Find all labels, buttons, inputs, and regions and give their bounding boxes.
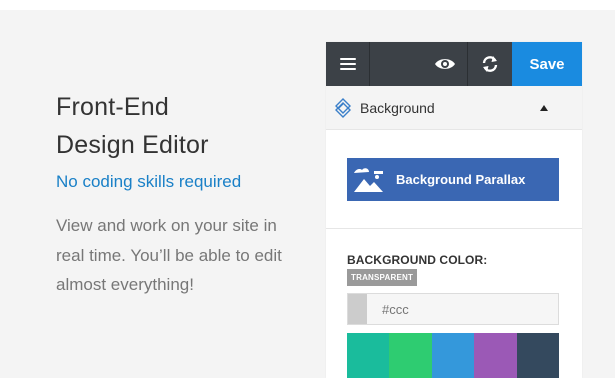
- color-preview-swatch[interactable]: [348, 294, 367, 324]
- editor-toolbar: Save: [326, 42, 582, 86]
- save-button[interactable]: Save: [512, 42, 582, 86]
- refresh-button[interactable]: [468, 42, 512, 86]
- caret-up-icon[interactable]: [540, 104, 548, 111]
- background-color-label: BACKGROUND COLOR:: [347, 253, 488, 267]
- palette-swatch-1[interactable]: [347, 333, 390, 378]
- hamburger-icon: [339, 58, 356, 70]
- refresh-icon: [482, 56, 498, 72]
- eye-icon: [434, 59, 455, 69]
- color-picker-row: [347, 293, 559, 325]
- preview-button[interactable]: [422, 42, 468, 86]
- hero-subtitle: No coding skills required: [56, 172, 242, 191]
- background-section-header[interactable]: Background: [326, 86, 582, 130]
- image-icon: [354, 167, 383, 192]
- palette-swatch-5[interactable]: [516, 333, 560, 378]
- hex-color-input[interactable]: [367, 294, 558, 324]
- menu-button[interactable]: [326, 42, 370, 86]
- editor-panel: Save Background Background Parallax BACK…: [326, 42, 582, 378]
- parallax-label: Background Parallax: [396, 172, 526, 187]
- palette-swatch-2[interactable]: [389, 333, 432, 378]
- hero-description: View and work on your site in real time.…: [56, 216, 282, 294]
- color-palette: [347, 333, 560, 378]
- hero-title-line2: Design Editor: [56, 131, 209, 159]
- section-divider: [326, 228, 582, 229]
- palette-swatch-3[interactable]: [431, 333, 475, 378]
- palette-swatch-4[interactable]: [474, 333, 517, 378]
- section-label: Background: [360, 99, 435, 116]
- background-parallax-button[interactable]: Background Parallax: [347, 158, 559, 201]
- layers-icon: [335, 97, 351, 118]
- hero-title-line1: Front-End: [56, 93, 169, 121]
- transparent-button[interactable]: TRANSPARENT: [347, 269, 418, 286]
- hero-title: Front-End Design Editor: [56, 88, 209, 164]
